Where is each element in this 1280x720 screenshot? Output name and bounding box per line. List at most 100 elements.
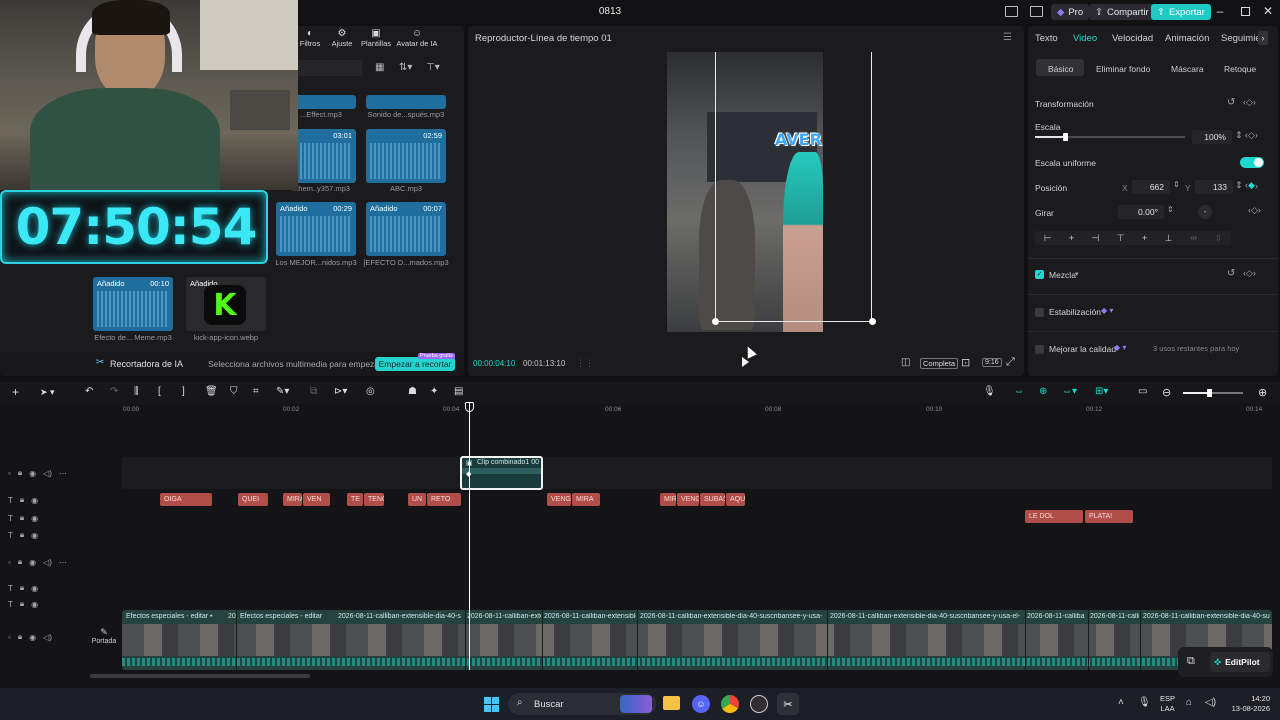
captions-icon[interactable]: ▤ bbox=[454, 386, 463, 397]
caption-clip[interactable]: AQUÍ bbox=[726, 493, 745, 506]
shield-icon[interactable]: ⛉ bbox=[230, 386, 238, 397]
blend-keyframe-icon[interactable]: ‹◇› bbox=[1243, 268, 1256, 279]
chevron-up-icon[interactable]: ˄ bbox=[1118, 697, 1124, 708]
uniform-scale-toggle[interactable] bbox=[1240, 157, 1264, 168]
shortcut-icon[interactable] bbox=[1030, 6, 1043, 17]
magic-icon[interactable]: ✦ bbox=[430, 386, 438, 397]
caption-clip[interactable]: SUBAS bbox=[700, 493, 725, 506]
microphone-tray-icon[interactable]: 🎙 bbox=[1138, 697, 1151, 708]
rotate-input[interactable]: 0.00° bbox=[1118, 205, 1164, 219]
blend-chevron-icon[interactable]: ▾ bbox=[1075, 270, 1079, 278]
timeline-ruler[interactable]: 00:00 00:02 00:04 00:06 00:08 00:10 00:1… bbox=[88, 404, 1280, 416]
lock-icon[interactable]: 🔒︎ bbox=[20, 495, 24, 505]
subtab-mask[interactable]: Máscara bbox=[1171, 64, 1204, 74]
split-left-icon[interactable]: [ bbox=[158, 386, 161, 397]
lock-icon[interactable]: 🔒︎ bbox=[20, 513, 24, 523]
rotate-dial[interactable]: - bbox=[1198, 205, 1212, 219]
rotate-keyframe-icon[interactable]: ‹◇› bbox=[1248, 205, 1261, 216]
caption-clip[interactable]: VENG bbox=[677, 493, 699, 506]
zoom-in-icon[interactable]: ⊕ bbox=[1258, 386, 1267, 399]
capcut-icon[interactable]: ✂ bbox=[777, 693, 799, 715]
link-clips-icon[interactable]: ⇔▾ bbox=[1062, 386, 1077, 397]
preview-axis-icon[interactable]: ⊞▾ bbox=[1095, 386, 1108, 397]
crop-icon[interactable]: ⌗ bbox=[253, 386, 259, 397]
scale-value[interactable]: 100% bbox=[1192, 130, 1232, 144]
split-icon[interactable]: ⫼ bbox=[134, 386, 139, 397]
media-tile[interactable]: 02:59 bbox=[366, 129, 446, 183]
lock-icon[interactable]: 🔒︎ bbox=[18, 468, 22, 478]
filters-tab[interactable]: ◐ Filtros bbox=[298, 28, 322, 48]
caption-clip[interactable]: UN bbox=[408, 493, 426, 506]
add-track-icon[interactable]: + bbox=[12, 385, 19, 399]
play-icon[interactable] bbox=[742, 357, 749, 367]
eye-icon[interactable]: ◉ bbox=[31, 496, 38, 505]
chrome-icon[interactable] bbox=[721, 695, 739, 713]
lock-icon[interactable]: 🔒︎ bbox=[20, 530, 24, 540]
caption-clip[interactable]: VENG bbox=[547, 493, 571, 506]
person-cutout-icon[interactable]: ☗ bbox=[408, 386, 417, 397]
position-keyframe-icon[interactable]: ⇕ ‹ ◆ › bbox=[1235, 180, 1258, 191]
scale-slider-knob[interactable] bbox=[1063, 133, 1068, 141]
main-video-track[interactable]: Efectos especiales - editar • 20 Efectos… bbox=[122, 610, 1272, 670]
templates-tab[interactable]: ▣ Plantillas bbox=[358, 28, 394, 48]
lock-icon[interactable]: 🔒︎ bbox=[18, 557, 22, 567]
maximize-icon[interactable] bbox=[1241, 7, 1250, 16]
caption-clip[interactable]: PLATA! bbox=[1085, 510, 1133, 523]
media-tile[interactable]: Añadido 00:07 bbox=[366, 202, 446, 256]
align-bottom-icon[interactable]: ⊥ bbox=[1165, 233, 1173, 244]
scale-slider[interactable] bbox=[1035, 133, 1185, 141]
eye-icon[interactable]: ◉ bbox=[31, 584, 38, 593]
subtab-retouch[interactable]: Retoque bbox=[1224, 64, 1256, 74]
ratio-button[interactable]: 9:16 bbox=[982, 358, 1002, 367]
scale-keyframe-icon[interactable]: ⇕ ‹◇› bbox=[1235, 130, 1258, 141]
transform-heading[interactable]: Transformación bbox=[1035, 99, 1094, 109]
ai-avatar-tab[interactable]: ☺ Avatar de IA bbox=[396, 28, 438, 48]
magnet-icon[interactable]: ⊕ bbox=[1039, 386, 1047, 397]
lock-icon[interactable]: 🔒︎ bbox=[20, 583, 24, 593]
clock-tray[interactable]: 14:20 13-08-2026 bbox=[1226, 694, 1270, 714]
more-icon[interactable]: ⋯ bbox=[59, 558, 67, 567]
caption-clip[interactable]: MIRA bbox=[572, 493, 600, 506]
obs-icon[interactable] bbox=[750, 695, 768, 713]
caption-clip[interactable]: VEN bbox=[303, 493, 330, 506]
handle-left[interactable] bbox=[712, 318, 719, 325]
layout-icon[interactable] bbox=[1005, 6, 1018, 17]
align-left-icon[interactable]: ⊢ bbox=[1044, 233, 1052, 244]
pro-badge[interactable]: ◆ Pro bbox=[1051, 4, 1090, 20]
pos-x-stepper-icon[interactable]: ⇕ bbox=[1173, 180, 1180, 189]
grid-view-icon[interactable]: ▦ bbox=[375, 62, 384, 73]
close-icon[interactable]: ✕ bbox=[1262, 4, 1274, 18]
lock-icon[interactable]: 🔒︎ bbox=[18, 632, 22, 642]
filter-icon[interactable]: ⊤▾ bbox=[426, 62, 440, 73]
align-center-icon[interactable]: + bbox=[1069, 233, 1074, 243]
caption-clip[interactable]: OIGA bbox=[160, 493, 212, 506]
media-search-input[interactable] bbox=[298, 60, 362, 76]
menu-icon[interactable]: ☰ bbox=[1003, 32, 1012, 43]
audio-icon[interactable]: ◁) bbox=[43, 469, 52, 478]
adjust-tab[interactable]: ⚙ Ajuste bbox=[328, 28, 356, 48]
eye-icon[interactable]: ◉ bbox=[31, 514, 38, 523]
file-explorer-icon[interactable] bbox=[663, 696, 680, 710]
subtitle-icon[interactable]: ▭ bbox=[1138, 386, 1147, 397]
reset-icon[interactable]: ↺ bbox=[1227, 97, 1235, 108]
position-y-input[interactable]: 133 bbox=[1195, 180, 1233, 194]
tabs-next-icon[interactable]: › bbox=[1258, 31, 1268, 45]
zoom-slider-knob[interactable] bbox=[1207, 389, 1212, 397]
minimize-icon[interactable]: – bbox=[1214, 4, 1226, 18]
copy-icon[interactable]: ⧉ bbox=[1187, 655, 1195, 668]
blend-checkbox[interactable]: ✓ bbox=[1035, 270, 1044, 279]
more-icon[interactable]: ⋯ bbox=[59, 469, 67, 478]
language-indicator[interactable]: ESP LAA bbox=[1160, 694, 1175, 714]
playhead[interactable] bbox=[469, 403, 470, 670]
rotate-stepper-icon[interactable]: ⇕ bbox=[1167, 205, 1174, 214]
tab-tracking[interactable]: Seguimie bbox=[1221, 33, 1261, 44]
caption-clip[interactable]: TENG bbox=[364, 493, 384, 506]
tab-speed[interactable]: Velocidad bbox=[1112, 33, 1153, 44]
quality-checkbox[interactable] bbox=[1035, 345, 1044, 354]
distribute-v-icon[interactable]: ⇳ bbox=[1215, 233, 1223, 244]
speed-icon[interactable]: ◎ bbox=[366, 386, 375, 397]
media-tile[interactable] bbox=[366, 95, 446, 109]
export-button[interactable]: ⇪ Exportar bbox=[1151, 4, 1211, 20]
zoom-slider[interactable] bbox=[1183, 389, 1243, 397]
microphone-icon[interactable]: 🎙 bbox=[983, 386, 996, 397]
